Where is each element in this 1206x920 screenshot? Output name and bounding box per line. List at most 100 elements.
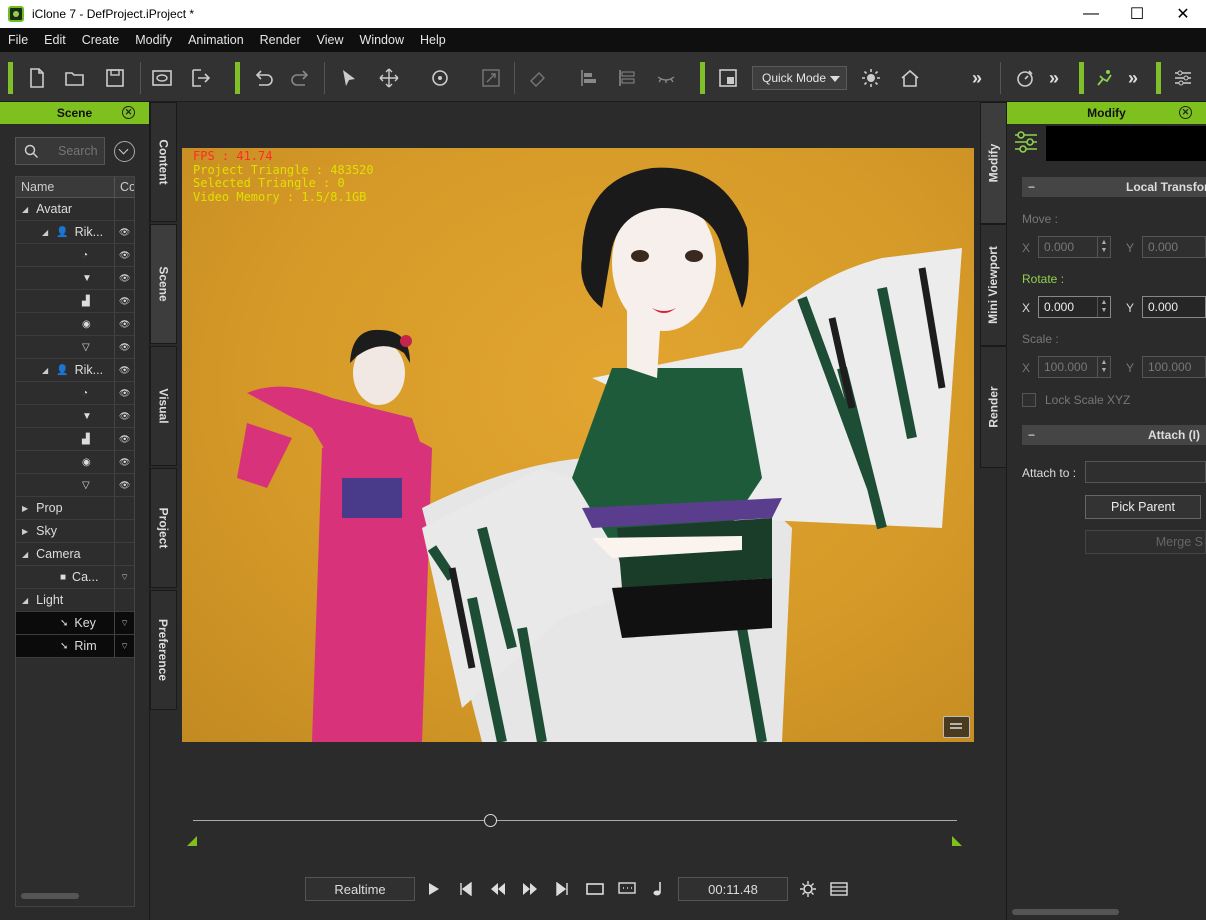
visibility-eye-icon[interactable]: 👁 [115, 428, 134, 450]
tree-row[interactable]: ◢ 👤 Rik... 👁 [16, 221, 134, 244]
column-co[interactable]: Co [115, 177, 134, 197]
more-tools-icon[interactable]: » [1128, 68, 1138, 89]
tree-row[interactable]: ◢ 👤 Rik... 👁 [16, 359, 134, 382]
chat-icon[interactable] [943, 716, 970, 738]
tree-row[interactable]: ◉ 👁 [16, 451, 134, 474]
visibility-eye-icon[interactable]: 👁 [115, 221, 134, 243]
menu-edit[interactable]: Edit [36, 33, 74, 47]
settings-gear-icon[interactable] [798, 877, 818, 901]
tree-row[interactable]: ◔ 👁 [16, 382, 134, 405]
visibility-eye-icon[interactable]: 👁 [115, 474, 134, 496]
tab-render[interactable]: Render [980, 346, 1007, 468]
timeline-track[interactable] [193, 820, 957, 821]
modify-sliders-icon[interactable] [1013, 129, 1039, 155]
visibility-eye-icon[interactable]: 👁 [115, 267, 134, 289]
attach-to-field[interactable] [1085, 461, 1206, 483]
collapse-arrow-icon[interactable]: ◢ [42, 366, 48, 375]
tree-row[interactable]: ◢ Light [16, 589, 134, 612]
tab-preference[interactable]: Preference [150, 590, 177, 710]
home-icon[interactable] [897, 65, 923, 91]
move-icon[interactable] [376, 65, 402, 91]
previous-frame-icon[interactable] [488, 877, 508, 901]
tab-project[interactable]: Project [150, 468, 177, 588]
play-icon[interactable] [424, 877, 444, 901]
menu-view[interactable]: View [309, 33, 352, 47]
light-sun-icon[interactable] [858, 65, 884, 91]
lock-scale-checkbox[interactable] [1022, 393, 1036, 407]
move-y-input[interactable]: 0.000 [1142, 236, 1206, 258]
attach-section-header[interactable]: − Attach (I) [1022, 425, 1206, 445]
visibility-eye-icon[interactable]: 👁 [115, 359, 134, 381]
menu-window[interactable]: Window [352, 33, 412, 47]
tree-row[interactable]: ➘ Key ⌔ [16, 612, 134, 635]
visibility-eye-icon[interactable]: 👁 [115, 313, 134, 335]
toolbar-grip[interactable] [700, 62, 705, 94]
tree-row[interactable]: ➘ Rim ⌔ [16, 635, 134, 658]
tree-row[interactable]: ▼ 👁 [16, 267, 134, 290]
timeline-playhead[interactable] [483, 814, 497, 827]
tab-modify[interactable]: Modify [980, 102, 1007, 224]
tab-visual[interactable]: Visual [150, 346, 177, 466]
3d-viewport[interactable]: FPS : 41.74 Project Triangle : 483520 Se… [182, 148, 974, 742]
loop-icon[interactable] [584, 877, 606, 901]
tree-row[interactable]: ◢ Camera [16, 543, 134, 566]
time-display[interactable]: 00:11.48 [678, 877, 788, 901]
close-icon[interactable]: ✕ [1179, 106, 1192, 119]
tab-mini-viewport[interactable]: Mini Viewport [980, 224, 1007, 346]
close-icon[interactable]: ✕ [122, 106, 135, 119]
collapse-arrow-icon[interactable]: ◢ [22, 596, 28, 605]
tree-row[interactable]: ▶ Prop [16, 497, 134, 520]
expand-arrow-icon[interactable]: ▶ [22, 527, 28, 536]
next-frame-icon[interactable] [520, 877, 540, 901]
expand-arrow-icon[interactable]: ▶ [22, 504, 28, 513]
toolbar-grip[interactable] [8, 62, 13, 94]
tree-row[interactable]: ▶ Sky [16, 520, 134, 543]
tree-row[interactable]: ▟ 👁 [16, 428, 134, 451]
subtitle-icon[interactable] [616, 877, 638, 901]
collapse-arrow-icon[interactable]: ◢ [42, 228, 48, 237]
scale-y-input[interactable]: 100.000 [1142, 356, 1206, 378]
preview-icon[interactable] [149, 65, 175, 91]
pick-parent-button[interactable]: Pick Parent [1085, 495, 1201, 519]
motion-pose-icon[interactable] [1092, 65, 1118, 91]
toolbar-grip[interactable] [1079, 62, 1084, 94]
scale-icon[interactable] [478, 65, 504, 91]
menu-render[interactable]: Render [252, 33, 309, 47]
rotate-y-input[interactable]: 0.000 [1142, 296, 1206, 318]
rotate-x-input[interactable]: 0.000 ▲ ▼ [1038, 296, 1111, 318]
range-end-marker-icon[interactable] [952, 836, 962, 846]
align-icon[interactable] [614, 65, 640, 91]
visibility-eye-icon[interactable]: 👁 [115, 244, 134, 266]
tree-row[interactable]: ▼ 👁 [16, 405, 134, 428]
tree-row[interactable]: ◔ 👁 [16, 244, 134, 267]
scale-x-input[interactable]: 100.000 ▲ ▼ [1038, 356, 1111, 378]
settings-sliders-icon[interactable] [1170, 65, 1196, 91]
more-tools-icon[interactable]: » [1049, 68, 1059, 89]
go-to-start-icon[interactable] [456, 877, 476, 901]
eyelash-icon[interactable] [653, 65, 679, 91]
export-icon[interactable] [188, 65, 214, 91]
visibility-eye-icon[interactable]: 👁 [115, 336, 134, 358]
tree-row[interactable]: ■ Ca... ⌔ [16, 566, 134, 589]
open-folder-icon[interactable] [62, 65, 88, 91]
column-name[interactable]: Name [16, 177, 115, 197]
move-x-input[interactable]: 0.000 ▲ ▼ [1038, 236, 1111, 258]
menu-create[interactable]: Create [74, 33, 128, 47]
tree-row[interactable]: ▽ 👁 [16, 336, 134, 359]
tab-scene[interactable]: Scene [150, 224, 177, 344]
collapse-arrow-icon[interactable]: ◢ [22, 205, 28, 214]
maximize-button[interactable]: ☐ [1114, 0, 1160, 28]
menu-file[interactable]: File [0, 33, 36, 47]
save-icon[interactable] [102, 65, 128, 91]
go-to-end-icon[interactable] [552, 877, 572, 901]
close-button[interactable]: ✕ [1160, 0, 1206, 28]
tree-row[interactable]: ▽ 👁 [16, 474, 134, 497]
spinner-icon[interactable]: ▲ ▼ [1097, 297, 1110, 317]
visibility-hidden-icon[interactable]: ⌔ [115, 612, 134, 634]
select-arrow-icon[interactable] [336, 65, 362, 91]
visibility-eye-icon[interactable]: 👁 [115, 451, 134, 473]
visibility-hidden-icon[interactable]: ⌔ [115, 566, 134, 588]
tab-content[interactable]: Content [150, 102, 177, 222]
filter-dropdown-button[interactable] [114, 141, 135, 162]
menu-help[interactable]: Help [412, 33, 454, 47]
